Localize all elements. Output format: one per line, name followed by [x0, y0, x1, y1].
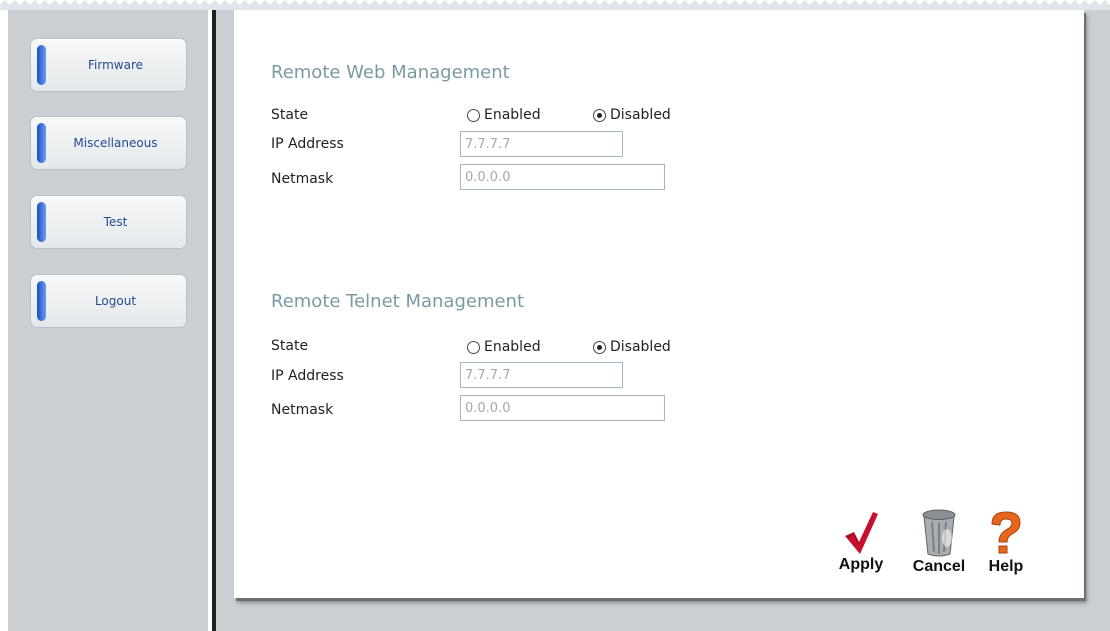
- top-decorative-border: [0, 0, 1110, 10]
- web-disabled-radio[interactable]: Disabled: [593, 107, 671, 123]
- web-ip-input[interactable]: 7.7.7.7: [460, 131, 623, 157]
- nav-accent-bar: [37, 281, 46, 321]
- web-netmask-input[interactable]: 0.0.0.0: [460, 164, 665, 190]
- cancel-label: Cancel: [912, 558, 966, 575]
- radio-label: Disabled: [610, 107, 671, 123]
- sidebar-item-miscellaneous[interactable]: Miscellaneous: [30, 116, 187, 170]
- telnet-disabled-radio[interactable]: Disabled: [593, 339, 671, 355]
- cancel-button[interactable]: Cancel: [903, 508, 975, 576]
- sidebar-item-label: Miscellaneous: [73, 136, 158, 150]
- nav-accent-bar: [37, 123, 46, 163]
- telnet-enabled-radio[interactable]: Enabled: [467, 339, 541, 355]
- web-ip-label: IP Address: [271, 136, 344, 152]
- question-mark-icon: [991, 511, 1021, 554]
- radio-label: Enabled: [484, 339, 541, 355]
- apply-button[interactable]: Apply: [830, 510, 892, 574]
- telnet-netmask-label: Netmask: [271, 402, 334, 418]
- help-label: Help: [988, 558, 1024, 575]
- telnet-netmask-input[interactable]: 0.0.0.0: [460, 395, 665, 421]
- apply-label: Apply: [838, 556, 884, 573]
- web-netmask-label: Netmask: [271, 171, 334, 187]
- sidebar-item-label: Test: [103, 215, 128, 229]
- telnet-ip-input[interactable]: 7.7.7.7: [460, 362, 623, 388]
- help-button[interactable]: Help: [980, 508, 1032, 576]
- radio-circle: [467, 340, 480, 354]
- telnet-state-label: State: [271, 338, 309, 354]
- radio-label: Disabled: [610, 339, 671, 355]
- web-enabled-radio[interactable]: Enabled: [467, 107, 541, 123]
- nav-accent-bar: [37, 45, 46, 85]
- section-title-web: Remote Web Management: [271, 62, 510, 83]
- radio-circle: [467, 108, 480, 122]
- radio-circle-checked: [593, 340, 606, 354]
- sidebar-item-firmware[interactable]: Firmware: [30, 38, 187, 92]
- nav-accent-bar: [37, 202, 46, 242]
- sidebar-item-test[interactable]: Test: [30, 195, 187, 249]
- sidebar-item-logout[interactable]: Logout: [30, 274, 187, 328]
- telnet-ip-label: IP Address: [271, 368, 344, 384]
- sidebar-item-label: Logout: [94, 294, 137, 308]
- checkmark-icon: [845, 512, 878, 554]
- radio-circle-checked: [593, 108, 606, 122]
- sidebar: Firmware Miscellaneous Test Logout: [8, 10, 208, 631]
- web-state-label: State: [271, 107, 309, 123]
- trash-can-icon: [922, 509, 956, 557]
- section-title-telnet: Remote Telnet Management: [271, 291, 525, 312]
- sidebar-item-label: Firmware: [88, 58, 143, 72]
- radio-label: Enabled: [484, 107, 541, 123]
